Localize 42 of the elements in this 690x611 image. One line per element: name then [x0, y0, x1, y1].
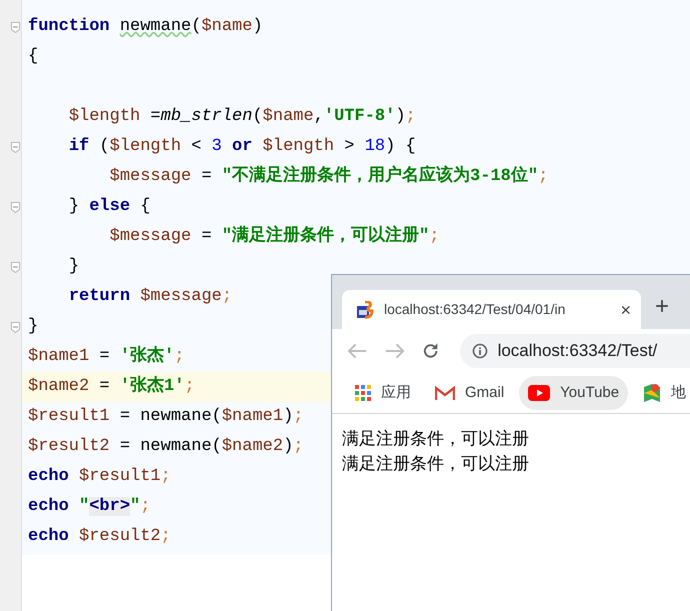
- page-text: 满足注册条件，可以注册: [342, 453, 530, 475]
- favicon-icon: [356, 300, 374, 318]
- bookmark-item[interactable]: 地: [634, 376, 690, 410]
- code-line: $result2 = newmane($name2);: [28, 436, 304, 458]
- code-line: $message = "满足注册条件，可以注册";: [110, 224, 440, 248]
- code-line: $name1 = '张杰';: [28, 344, 184, 368]
- code-line: function newmane($name): [28, 16, 263, 38]
- code-line: echo $result1;: [28, 466, 171, 488]
- tab-title: localhost:63342/Test/04/01/in: [384, 300, 566, 319]
- play-icon: [528, 385, 550, 401]
- new-tab-button[interactable]: +: [655, 295, 670, 319]
- bookmark-item[interactable]: Gmail: [426, 376, 514, 410]
- url-text: localhost:63342/Test/: [498, 340, 658, 362]
- page-text: 满足注册条件，可以注册: [342, 428, 530, 450]
- reload-icon[interactable]: [422, 342, 440, 360]
- map-pin-icon: [643, 383, 662, 403]
- fold-icon[interactable]: [11, 262, 20, 272]
- code-line: echo "<br>";: [28, 496, 150, 518]
- mail-icon: [435, 386, 455, 400]
- code-line: } else {: [68, 196, 150, 218]
- code-line: $name2 = '张杰1';: [28, 374, 195, 398]
- code-line: return $message;: [68, 286, 232, 308]
- code-line: if ($length < 3 or $length > 18) {: [68, 136, 416, 158]
- address-bar[interactable]: localhost:63342/Test/: [460, 334, 690, 368]
- code-line: $message = "不满足注册条件，用户名应该为3-18位";: [110, 164, 548, 188]
- apps-grid-icon: [355, 385, 371, 401]
- browser-tab[interactable]: localhost:63342/Test/04/01/in ×: [342, 290, 641, 329]
- code-line: {: [28, 46, 38, 68]
- close-tab-button[interactable]: ×: [620, 300, 631, 318]
- fold-icon[interactable]: [11, 142, 20, 152]
- fold-icon[interactable]: [11, 322, 20, 332]
- fold-icon[interactable]: [11, 202, 20, 212]
- code-line: $length =mb_strlen($name,'UTF-8');: [68, 106, 416, 128]
- code-line: }: [68, 256, 80, 278]
- code-line: $result1 = newmane($name1);: [28, 406, 304, 428]
- info-icon[interactable]: [472, 343, 488, 359]
- bookmark-item[interactable]: YouTube: [519, 376, 628, 410]
- bookmark-item[interactable]: 应用: [346, 376, 420, 410]
- code-line: }: [28, 316, 38, 338]
- forward-icon[interactable]: [385, 343, 404, 359]
- code-line: echo $result2;: [28, 526, 171, 548]
- fold-icon[interactable]: [11, 22, 20, 32]
